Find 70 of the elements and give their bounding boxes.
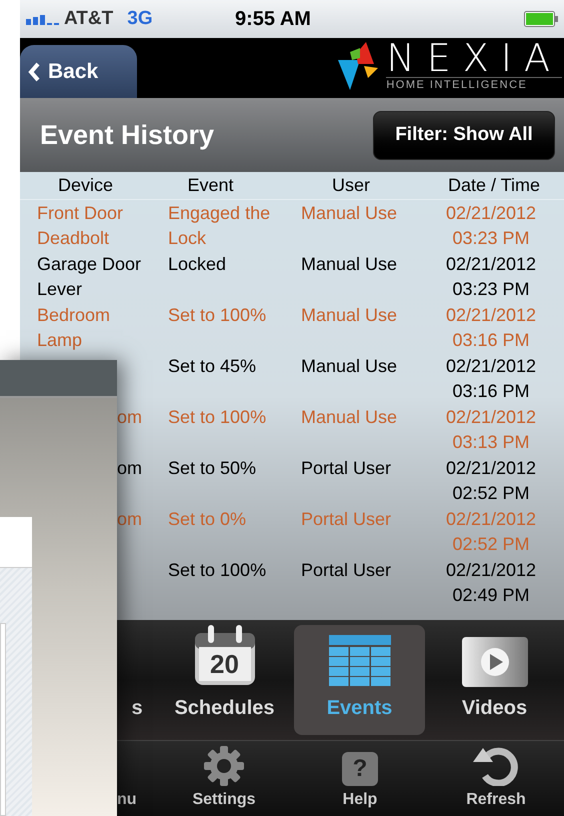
table-cell-text: 02:52 PM [452, 482, 530, 505]
column-header: User [330, 174, 371, 197]
table-cell-text: 03:23 PM [452, 278, 530, 301]
table-cell-text: 02/21/2012 [446, 508, 536, 531]
table-cell-text: 02/21/2012 [446, 304, 536, 327]
clock: 9:55 AM [235, 7, 311, 32]
table-cell-text: 02/21/2012 [446, 457, 536, 480]
table-cell-text: 02:49 PM [452, 584, 530, 607]
table-cell: Locked [168, 254, 226, 274]
help-icon: ? [342, 752, 378, 786]
carrier-label: AT&T [64, 6, 114, 31]
toolbar-button[interactable]: nu [117, 741, 156, 816]
help-button[interactable]: ? Help [292, 741, 428, 816]
table-cell: Manual Use [301, 356, 398, 376]
table-cell-text: 03:16 PM [452, 380, 530, 403]
table-cell: Manual Use [301, 407, 398, 427]
column-header: Device [56, 174, 114, 197]
calendar-date: 20 [209, 649, 240, 679]
table-cell: Engaged the Lock [168, 203, 270, 248]
logo-icon [338, 42, 380, 90]
table-cell-text: 02/21/2012 [446, 202, 536, 225]
text-field[interactable] [0, 517, 32, 567]
table-cell-text: 02:52 PM [452, 533, 530, 556]
signal-icon [26, 13, 60, 25]
table-cell: om [117, 509, 142, 529]
table-cell: om [117, 458, 142, 478]
play-icon [462, 637, 528, 687]
network-label: 3G [127, 6, 153, 31]
table-cell: Manual Use [301, 254, 398, 274]
table-cell: Manual Use [301, 305, 398, 325]
page-title: Event History [40, 118, 214, 152]
chevron-left-icon [28, 62, 40, 82]
refresh-icon [471, 746, 521, 786]
table-grid-icon [328, 635, 390, 687]
table-cell: Set to 50% [168, 458, 256, 478]
column-header: Event [186, 174, 235, 197]
table-cell: Set to 45% [168, 356, 256, 376]
calendar-icon [192, 625, 256, 687]
gear-icon [204, 746, 244, 786]
table-cell: Set to 100% [168, 407, 266, 427]
column-header: Date / Time [446, 174, 542, 197]
table-cell: Manual Use [301, 203, 398, 223]
refresh-button[interactable]: Refresh [428, 741, 564, 816]
table-cell: Garage Door Lever [37, 254, 142, 299]
table-cell-text: 02/21/2012 [446, 559, 536, 582]
table-cell-text: 03:23 PM [452, 227, 530, 250]
tab[interactable]: Videos [429, 625, 560, 735]
table-cell: om [117, 407, 142, 427]
tab[interactable]: Events [294, 625, 425, 735]
settings-button[interactable]: Settings [156, 741, 292, 816]
logo-wordmark: NEXIA [386, 39, 562, 77]
table-cell-text: 02/21/2012 [446, 253, 536, 276]
table-cell-text: 03:16 PM [452, 329, 530, 352]
table-cell: Set to 100% [168, 305, 266, 325]
table-cell-text: 02/21/2012 [446, 406, 536, 429]
table-cell: Portal User [301, 458, 392, 478]
table-cell-text: 03:13 PM [452, 431, 530, 454]
table-cell: Set to 0% [168, 509, 246, 529]
table-cell: Portal User [301, 560, 392, 580]
table-cell-text: 02/21/2012 [446, 355, 536, 378]
table-cell: Front Door Deadbolt [37, 203, 124, 248]
back-button[interactable]: Back [20, 45, 137, 98]
logo-tagline: HOME INTELLIGENCE [386, 77, 562, 92]
battery-icon [524, 11, 558, 27]
filter-button[interactable]: Filter: Show All [373, 110, 555, 160]
table-cell: Bedroom Lamp [37, 305, 110, 350]
tab[interactable]: 20 Schedules [159, 625, 290, 735]
table-cell: Portal User [301, 509, 392, 529]
table-cell: Set to 100% [168, 560, 266, 580]
tab[interactable]: s [117, 625, 157, 735]
